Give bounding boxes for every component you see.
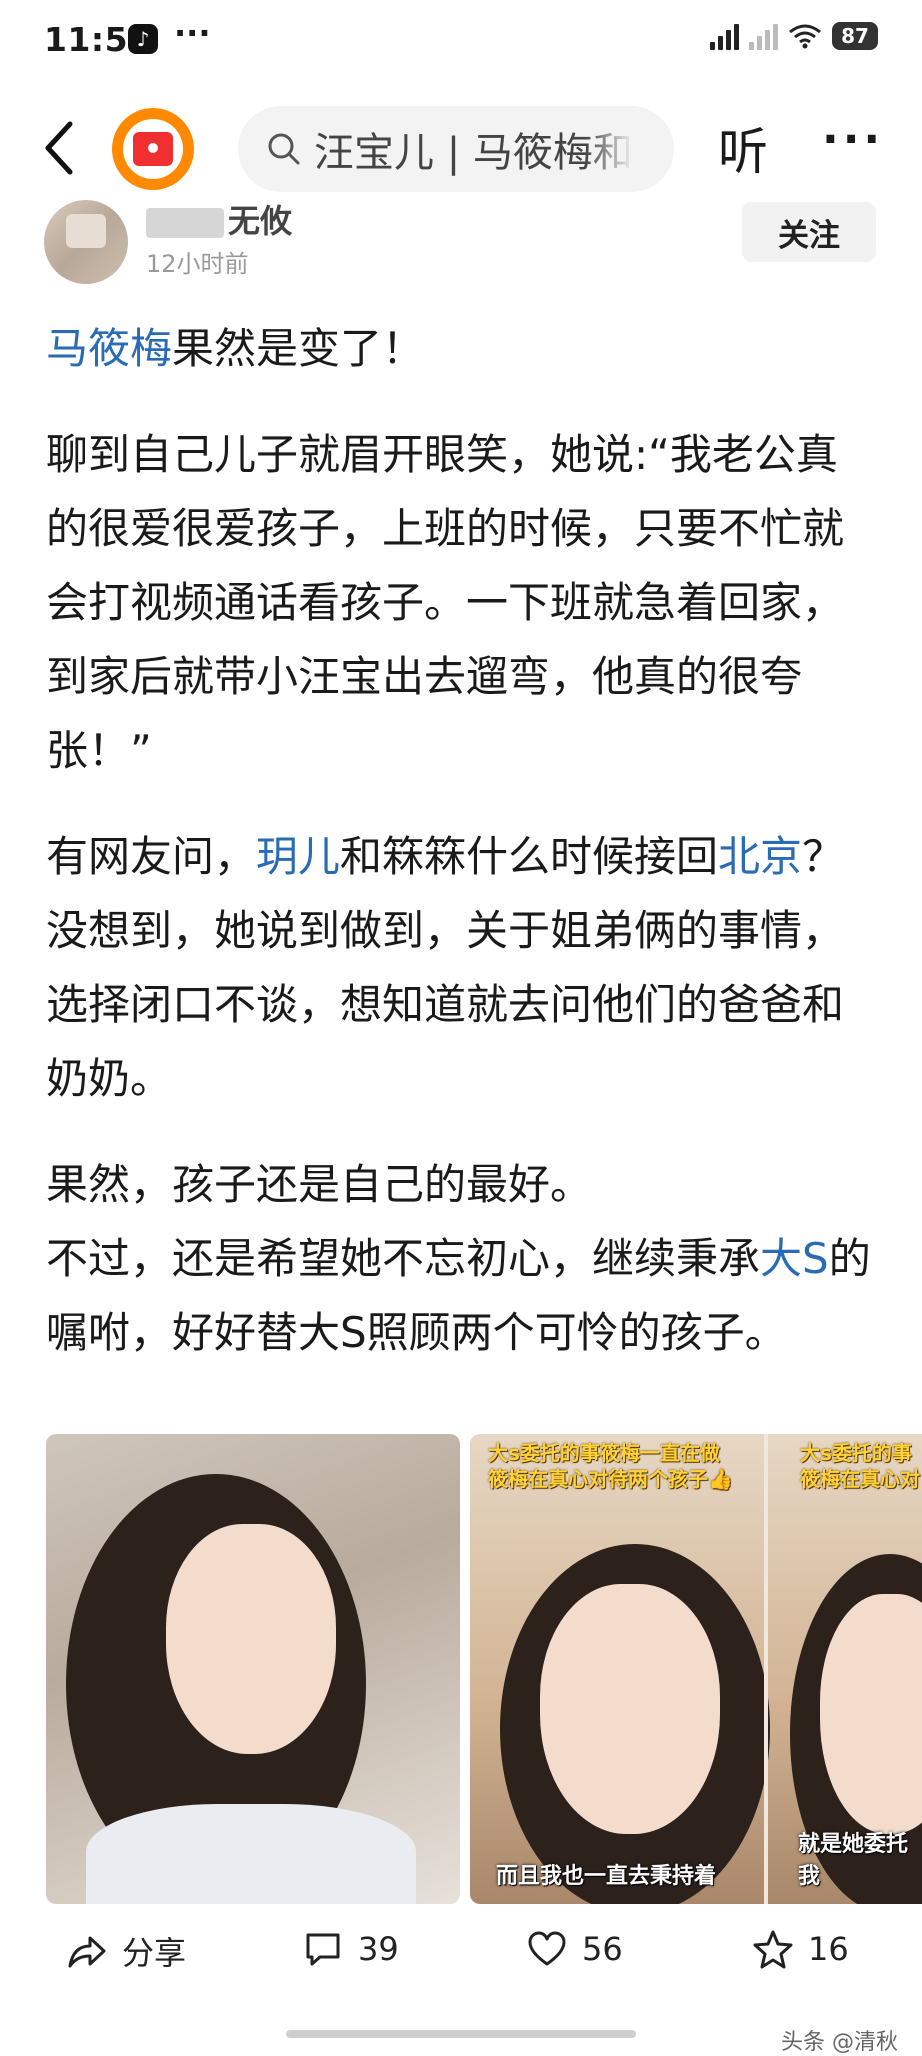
post-images: 大s委托的事筱梅一直在做 筱梅在真心对待两个孩子👍 大s委托的事 筱梅在真心对 … [46, 1434, 922, 1904]
channel-logo[interactable] [112, 108, 194, 190]
share-icon [68, 1936, 106, 1968]
topic-link-da-s[interactable]: 大S [760, 1234, 829, 1283]
status-indicators: 87 [710, 22, 878, 50]
action-bar: 分享 39 56 16 [0, 1916, 922, 1996]
paragraph-3: 有网友问，玥儿和箖箖什么时候接回北京？没想到，她说到做到，关于姐弟俩的事情，选择… [46, 832, 845, 1103]
author-name[interactable]: 无攸 [146, 196, 292, 242]
topic-link-beijing[interactable]: 北京 [718, 832, 802, 881]
paragraph-2: 聊到自己儿子就眉开眼笑，她说:“我老公真的很爱很爱孩子，上班的时候，只要不忙就会… [46, 430, 845, 775]
back-button[interactable] [38, 118, 82, 178]
heart-icon [528, 1931, 566, 1966]
image-caption-top-right: 大s委托的事 筱梅在真心对 [800, 1441, 920, 1491]
battery-indicator: 87 [832, 22, 878, 50]
author-row: 无攸 12小时前 关注 [0, 196, 922, 296]
paragraph-4: 果然，孩子还是自己的最好。 [46, 1160, 593, 1209]
search-query: 汪宝儿 | 马筱梅和 [314, 130, 633, 176]
status-bar: 11:53 ♪ ··· 87 [0, 0, 922, 84]
more-options-button[interactable]: ··· [822, 114, 884, 165]
blurred-name-part [146, 208, 224, 238]
post-time: 12小时前 [146, 250, 249, 278]
image-caption-top: 大s委托的事筱梅一直在做 筱梅在真心对待两个孩子👍 [488, 1441, 733, 1491]
star-icon [753, 1930, 793, 1969]
author-avatar[interactable] [44, 200, 128, 284]
paragraph-1: 马筱梅果然是变了！ [46, 324, 425, 373]
listen-button[interactable]: 听 [718, 112, 768, 184]
tiktok-icon: ♪ [128, 24, 158, 54]
comment-icon [306, 1933, 340, 1966]
watermark: 头条 @清秋 [781, 2030, 898, 2055]
image-caption-bottom-right: 就是她委托我 [798, 1832, 909, 1889]
search-icon [268, 133, 300, 165]
topic-link-ma-xiaomei[interactable]: 马筱梅 [46, 324, 172, 373]
top-nav-bar: 汪宝儿 | 马筱梅和 听 ··· [0, 90, 922, 200]
comment-button[interactable]: 39 [302, 1928, 399, 1970]
toutiao-logo-icon [133, 132, 173, 166]
cellular-signal-2-icon [749, 22, 778, 50]
topic-link-yueer[interactable]: 玥儿 [256, 832, 340, 881]
share-button[interactable]: 分享 [66, 1928, 186, 1974]
like-button[interactable]: 56 [526, 1928, 623, 1970]
cellular-signal-icon [710, 22, 739, 50]
follow-button[interactable]: 关注 [742, 202, 876, 262]
post-content: 马筱梅果然是变了！ 聊到自己儿子就眉开眼笑，她说:“我老公真的很爱很爱孩子，上班… [46, 312, 876, 1370]
search-bar[interactable]: 汪宝儿 | 马筱梅和 [238, 106, 674, 192]
post-image-2[interactable]: 大s委托的事筱梅一直在做 筱梅在真心对待两个孩子👍 大s委托的事 筱梅在真心对 … [470, 1434, 922, 1904]
home-indicator[interactable] [286, 2030, 636, 2038]
favorite-button[interactable]: 16 [752, 1928, 849, 1970]
image-caption-bottom: 而且我也一直去秉持着 [496, 1864, 717, 1889]
status-more-icon: ··· [174, 14, 211, 52]
paragraph-5: 不过，还是希望她不忘初心，继续秉承大S的嘱咐，好好替大S照顾两个可怜的孩子。 [46, 1234, 871, 1357]
post-image-1[interactable] [46, 1434, 460, 1904]
chevron-left-icon [45, 121, 73, 175]
wifi-icon [788, 23, 822, 49]
